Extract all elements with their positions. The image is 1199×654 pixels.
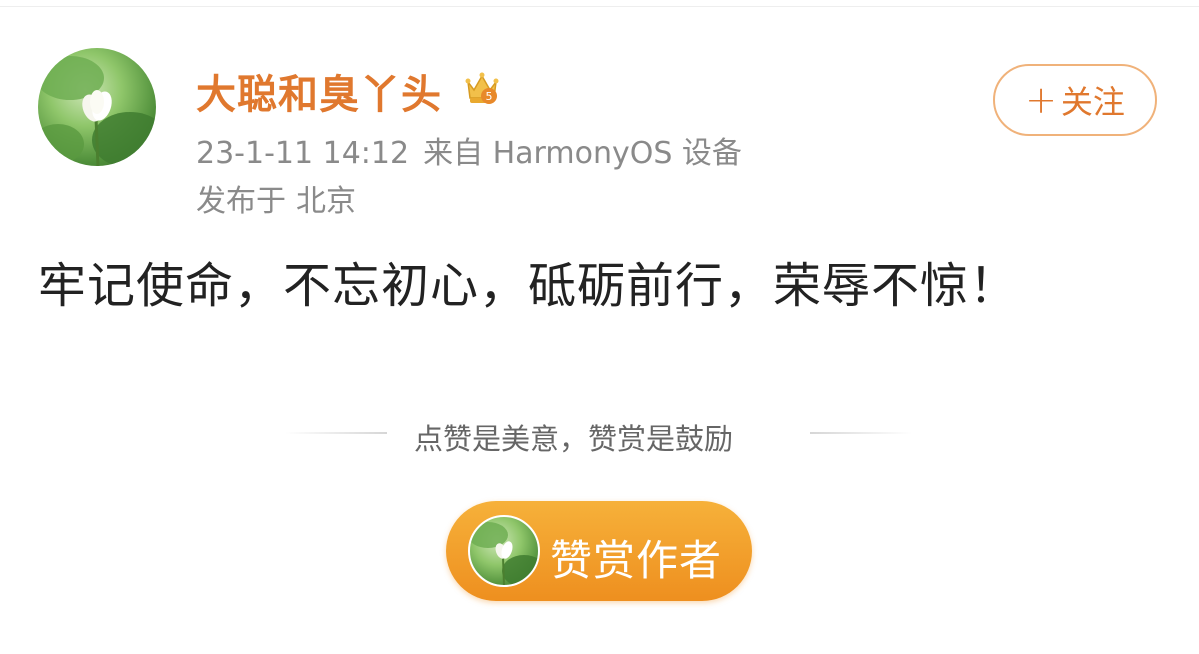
reward-tip-text: 点赞是美意，赞赏是鼓励 [414,422,734,456]
location-prefix: 发布于 [196,184,286,219]
follow-label: 关注 [1060,83,1125,121]
author-avatar[interactable] [38,48,156,166]
reward-tip: 点赞是美意，赞赏是鼓励 [0,414,1199,456]
post-source: 来自 HarmonyOS 设备 [423,136,742,171]
author-name[interactable]: 大聪和臭丫头 [196,62,442,120]
top-divider [0,6,1199,7]
post-timestamp: 23-1-11 14:12 [196,136,410,171]
crown-vip-icon: 5 [465,72,499,104]
location-city: 北京 [296,184,356,219]
reward-author-button[interactable]: 赞赏作者 [446,501,752,601]
reward-button-label: 赞赏作者 [550,536,723,585]
divider-left [285,432,387,434]
plus-icon: + [1025,78,1057,122]
author-mini-avatar [468,515,540,587]
post-meta: 23-1-11 14:12 来自 HarmonyOS 设备 [196,128,742,172]
post-location: 发布于 北京 [196,176,356,220]
post-content: 牢记使命，不忘初心，砥砺前行，荣辱不惊！ [38,258,1019,314]
divider-right [810,432,912,434]
follow-button[interactable]: + 关注 [993,64,1157,136]
badge-level: 5 [486,90,493,103]
